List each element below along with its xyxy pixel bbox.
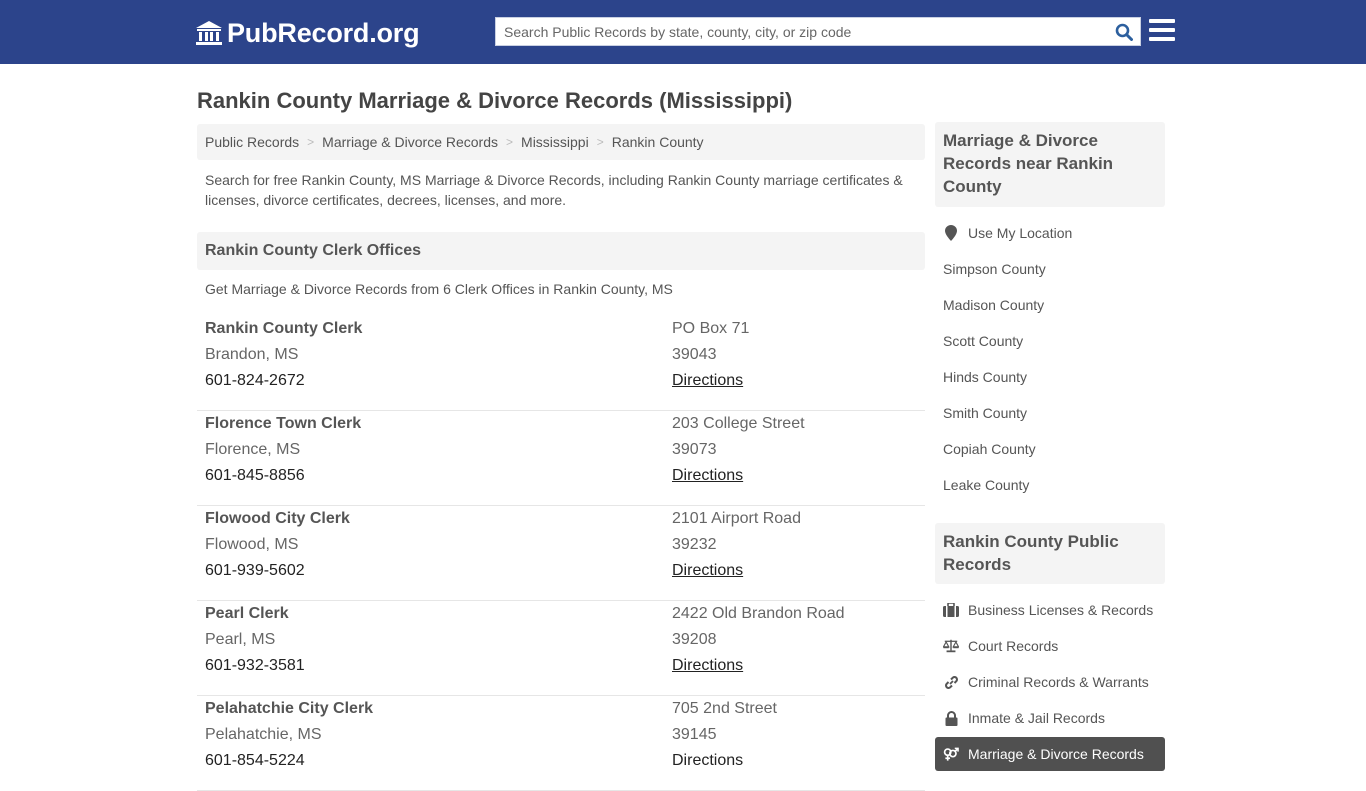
- office-zip: 39043: [672, 346, 717, 363]
- hamburger-menu-button[interactable]: [1149, 19, 1176, 43]
- office-name: Rankin County Clerk: [205, 320, 363, 337]
- logo-text: PubRecord.org: [227, 17, 420, 48]
- use-my-location-label: Use My Location: [968, 225, 1073, 241]
- office-address: 203 College Street: [672, 415, 805, 432]
- lock-icon: [943, 710, 959, 726]
- hamburger-icon-bar: [1149, 28, 1175, 32]
- site-logo[interactable]: PubRecord.org: [195, 17, 420, 49]
- office-phone[interactable]: 601-824-2672: [205, 368, 362, 394]
- clerk-offices-subheading: Get Marriage & Divorce Records from 6 Cl…: [205, 281, 673, 297]
- office-zip: 39208: [672, 631, 717, 648]
- use-my-location-link[interactable]: Use My Location: [935, 217, 1165, 249]
- office-name: Florence Town Clerk: [205, 415, 362, 432]
- nearby-county-link[interactable]: Scott County: [935, 325, 1165, 357]
- breadcrumb-separator: >: [307, 135, 315, 149]
- nearby-county-link[interactable]: Leake County: [935, 469, 1165, 501]
- office-city: Pearl, MS: [205, 631, 276, 648]
- breadcrumb-marriage-divorce[interactable]: Marriage & Divorce Records: [322, 134, 498, 150]
- office-name: Flowood City Clerk: [205, 510, 350, 527]
- directions-link[interactable]: Directions: [672, 752, 743, 769]
- office-zip: 39073: [672, 441, 717, 458]
- hamburger-icon-bar: [1149, 19, 1175, 23]
- nearby-county-link[interactable]: Simpson County: [935, 253, 1165, 285]
- directions-link[interactable]: Directions: [672, 372, 743, 389]
- breadcrumb-separator: >: [506, 135, 514, 149]
- office-zip: 39145: [672, 726, 717, 743]
- nearby-county-link[interactable]: Madison County: [935, 289, 1165, 321]
- office-name: Pearl Clerk: [205, 605, 289, 622]
- public-records-heading: Rankin County Public Records: [935, 523, 1165, 584]
- map-marker-icon: [943, 225, 959, 241]
- search-box: [495, 17, 1141, 46]
- sidebar-item-label: Court Records: [968, 638, 1059, 654]
- office-city: Pelahatchie, MS: [205, 726, 322, 743]
- top-navbar: PubRecord.org: [0, 0, 1366, 64]
- scales-icon: [943, 638, 959, 654]
- breadcrumb-separator: >: [596, 135, 604, 149]
- link-icon: [943, 674, 959, 690]
- sidebar-item-label: Marriage & Divorce Records: [968, 746, 1144, 762]
- briefcase-icon: [943, 602, 959, 618]
- nearby-county-link[interactable]: Copiah County: [935, 433, 1165, 465]
- office-address: PO Box 71: [672, 320, 750, 337]
- sidebar-item-criminal-records[interactable]: Criminal Records & Warrants: [935, 666, 1165, 698]
- sidebar-item-label: Business Licenses & Records: [968, 602, 1154, 618]
- breadcrumb-mississippi[interactable]: Mississippi: [521, 134, 589, 150]
- page-title: Rankin County Marriage & Divorce Records…: [197, 88, 793, 113]
- office-city: Florence, MS: [205, 441, 301, 458]
- listing-item: Rankin County Clerk Brandon, MS 601-824-…: [197, 316, 925, 411]
- search-button[interactable]: [1112, 21, 1136, 43]
- intro-text: Search for free Rankin County, MS Marria…: [205, 172, 903, 208]
- breadcrumb: Public Records > Marriage & Divorce Reco…: [197, 124, 925, 160]
- listing-item: Pearl Clerk Pearl, MS 601-932-3581 2422 …: [197, 601, 925, 696]
- office-name: Pelahatchie City Clerk: [205, 700, 374, 717]
- breadcrumb-public-records[interactable]: Public Records: [205, 134, 299, 150]
- sidebar-item-inmate-records[interactable]: Inmate & Jail Records: [935, 702, 1165, 734]
- office-phone[interactable]: 601-939-5602: [205, 558, 350, 584]
- office-phone[interactable]: 601-932-3581: [205, 653, 305, 679]
- directions-link[interactable]: Directions: [672, 657, 743, 674]
- search-input[interactable]: [496, 18, 1106, 45]
- hamburger-icon-bar: [1149, 37, 1175, 41]
- sidebar-item-business-licenses[interactable]: Business Licenses & Records: [935, 594, 1165, 626]
- directions-link[interactable]: Directions: [672, 562, 743, 579]
- office-phone[interactable]: 601-845-8856: [205, 463, 361, 489]
- search-icon: [1115, 23, 1133, 41]
- office-city: Flowood, MS: [205, 536, 299, 553]
- office-phone[interactable]: 601-854-5224: [205, 748, 373, 774]
- clerk-offices-heading: Rankin County Clerk Offices: [197, 232, 925, 270]
- office-address: 2101 Airport Road: [672, 510, 801, 527]
- sidebar-item-label: Criminal Records & Warrants: [968, 674, 1149, 690]
- courthouse-icon: [196, 21, 222, 45]
- nearby-county-link[interactable]: Smith County: [935, 397, 1165, 429]
- office-zip: 39232: [672, 536, 717, 553]
- breadcrumb-rankin-county[interactable]: Rankin County: [612, 134, 704, 150]
- office-address: 2422 Old Brandon Road: [672, 605, 845, 622]
- listing-item: Pelahatchie City Clerk Pelahatchie, MS 6…: [197, 696, 925, 791]
- nearby-county-link[interactable]: Hinds County: [935, 361, 1165, 393]
- office-city: Brandon, MS: [205, 346, 299, 363]
- sidebar-item-label: Inmate & Jail Records: [968, 710, 1105, 726]
- listing-item: Flowood City Clerk Flowood, MS 601-939-5…: [197, 506, 925, 601]
- office-address: 705 2nd Street: [672, 700, 777, 717]
- sidebar-item-marriage-divorce[interactable]: Marriage & Divorce Records: [935, 737, 1165, 771]
- nearby-records-heading: Marriage & Divorce Records near Rankin C…: [935, 122, 1165, 207]
- listing-item: Florence Town Clerk Florence, MS 601-845…: [197, 411, 925, 506]
- directions-link[interactable]: Directions: [672, 467, 743, 484]
- gender-icon: [943, 746, 959, 762]
- sidebar-item-court-records[interactable]: Court Records: [935, 630, 1165, 662]
